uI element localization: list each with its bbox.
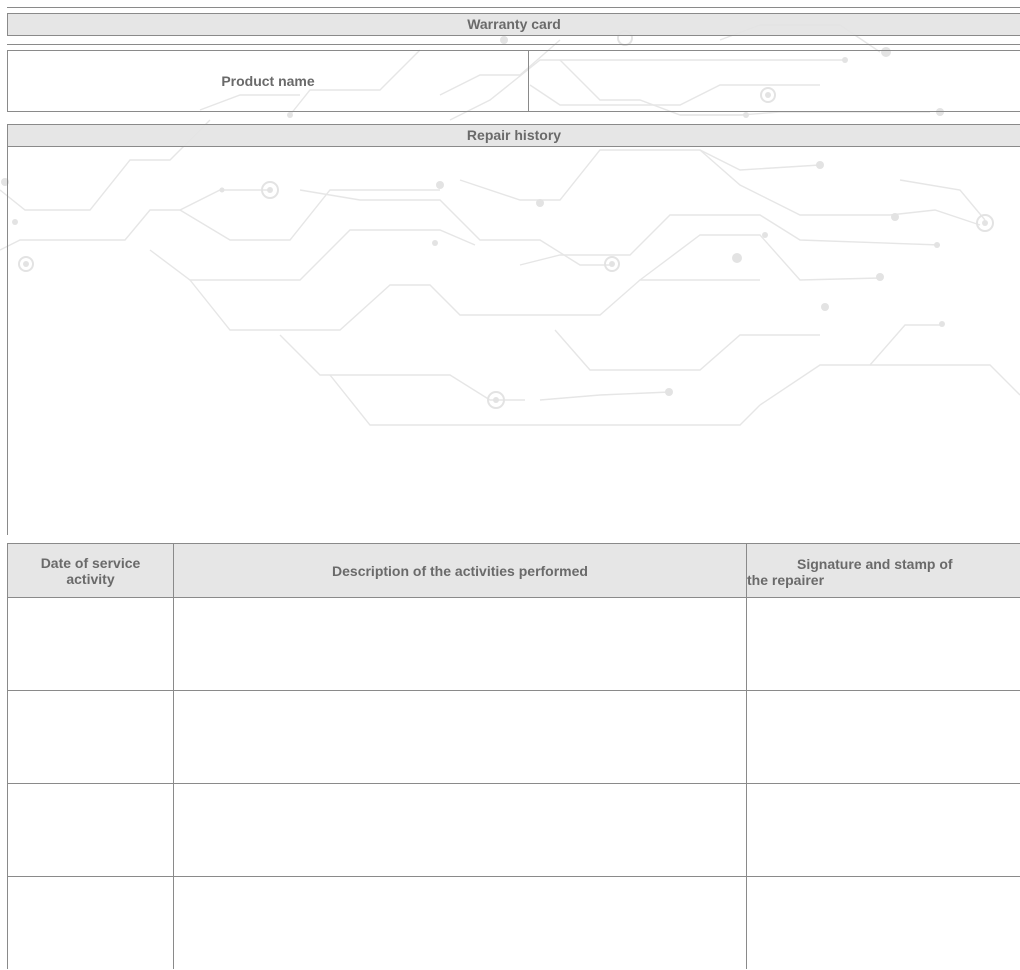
warranty-card: Warranty card Product name Repair histor…	[0, 0, 1020, 969]
product-name-label: Product name	[8, 51, 529, 111]
signature-cell[interactable]	[747, 877, 1020, 969]
table-row	[8, 877, 1020, 970]
product-rule	[7, 44, 1020, 45]
column-header-date: Date of service activity	[8, 544, 173, 597]
date-cell[interactable]	[8, 877, 173, 969]
signature-cell[interactable]	[747, 598, 1020, 690]
signature-cell[interactable]	[747, 691, 1020, 783]
date-header-line-1: Date of service	[40, 554, 141, 571]
date-cell[interactable]	[8, 784, 173, 876]
repair-history-title: Repair history	[7, 124, 1020, 147]
table-row	[8, 691, 1020, 784]
product-name-field[interactable]	[529, 51, 1020, 111]
signature-header-line-2: the repairer	[747, 572, 825, 588]
description-cell[interactable]	[174, 784, 746, 876]
repair-history-area[interactable]	[7, 147, 1020, 535]
signature-cell[interactable]	[747, 784, 1020, 876]
table-row	[8, 784, 1020, 877]
date-cell[interactable]	[8, 691, 173, 783]
service-table: Date of service activity Description of …	[7, 543, 1020, 969]
date-header-line-2: activity	[66, 570, 115, 587]
signature-header-line-1: Signature and stamp of	[797, 556, 953, 572]
description-cell[interactable]	[174, 877, 746, 969]
column-header-description: Description of the activities performed	[332, 562, 588, 579]
description-cell[interactable]	[174, 598, 746, 690]
table-row	[8, 598, 1020, 691]
warranty-card-title: Warranty card	[7, 13, 1020, 36]
table-header-row: Date of service activity Description of …	[8, 543, 1020, 598]
product-name-row: Product name	[7, 50, 1020, 112]
description-cell[interactable]	[174, 691, 746, 783]
top-rule	[7, 7, 1020, 8]
column-header-signature: Signature and stamp of the repairer	[747, 544, 1020, 597]
date-cell[interactable]	[8, 598, 173, 690]
